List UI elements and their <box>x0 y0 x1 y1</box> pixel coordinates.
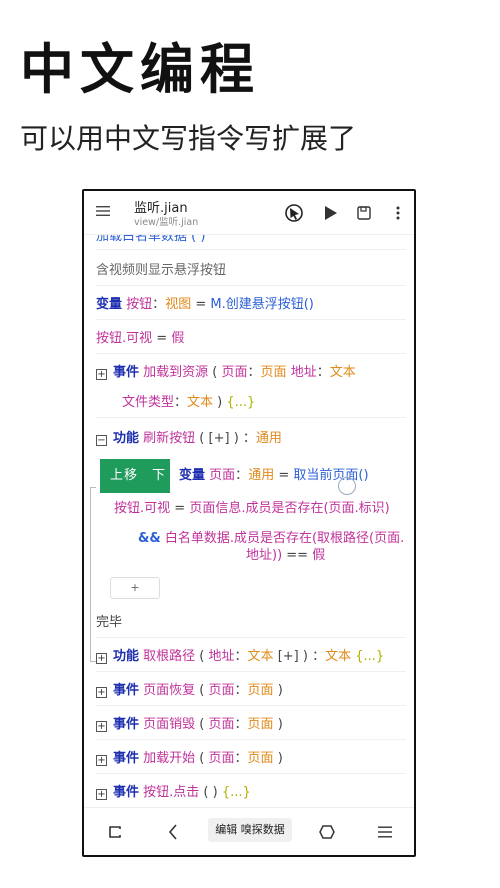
add-statement-button[interactable]: + <box>110 577 160 599</box>
expand-icon[interactable]: + <box>96 789 107 800</box>
code-line-14[interactable]: + 事件 页面销毁 ( 页面：页面 ) <box>96 717 283 733</box>
code-line-16[interactable]: + 事件 按钮.点击 ( ) {...} <box>96 785 251 801</box>
expand-icon[interactable]: + <box>96 721 107 732</box>
code-line-2[interactable]: 变量 按钮：视图 = M.创建悬浮按钮() <box>96 297 314 313</box>
recent-apps-icon[interactable] <box>104 822 126 842</box>
expand-icon[interactable]: + <box>96 369 107 380</box>
home-icon[interactable] <box>316 822 338 842</box>
play-icon[interactable] <box>321 203 341 223</box>
touch-indicator <box>338 477 356 495</box>
phone-frame: 监听.jian view/监听.jian 加载白名单数据 ( ) 含视频则显示悬… <box>82 189 416 857</box>
code-line-5[interactable]: 文件类型：文本 ) {...} <box>122 395 255 411</box>
code-line-0[interactable]: 加载白名单数据 ( ) <box>96 235 205 245</box>
save-icon[interactable] <box>354 203 374 223</box>
edit-sniff-data-button[interactable]: 编辑 嗅探数据 <box>208 818 292 842</box>
file-path: view/监听.jian <box>134 217 199 228</box>
app-bar: 监听.jian view/监听.jian <box>84 191 414 235</box>
code-line-10[interactable]: 地址)) == 假 <box>246 548 325 564</box>
bottom-toolbar: 编辑 嗅探数据 <box>84 807 414 855</box>
cursor-icon[interactable] <box>284 203 304 223</box>
code-line-15[interactable]: + 事件 加载开始 ( 页面：页面 ) <box>96 751 283 767</box>
collapse-icon[interactable]: − <box>96 435 107 446</box>
code-line-13[interactable]: + 事件 页面恢复 ( 页面：页面 ) <box>96 683 283 699</box>
list-icon[interactable] <box>374 822 396 842</box>
code-editor[interactable]: 加载白名单数据 ( ) 含视频则显示悬浮按钮 变量 按钮：视图 = M.创建悬浮… <box>84 235 414 811</box>
expand-icon[interactable]: + <box>96 755 107 766</box>
code-line-comment[interactable]: 含视频则显示悬浮按钮 <box>96 263 226 279</box>
code-line-3[interactable]: 按钮.可视 = 假 <box>96 331 184 347</box>
code-line-8[interactable]: 按钮.可视 = 页面信息.成员是否存在(页面.标识) <box>114 501 390 517</box>
move-down-button[interactable]: 下 <box>152 468 166 483</box>
code-line-9[interactable]: && 白名单数据.成员是否存在(取根路径(页面. <box>138 531 404 547</box>
code-line-6[interactable]: − 功能 刷新按钮 ( [+] ) ：通用 <box>96 431 282 447</box>
code-line-4[interactable]: + 事件 加载到资源 ( 页面：页面 地址：文本 <box>96 365 356 381</box>
promo-headline: 中文编程 <box>20 38 260 101</box>
code-line-12[interactable]: + 功能 取根路径 ( 地址：文本 [+] ) ：文本 {...} <box>96 649 384 665</box>
menu-icon[interactable] <box>96 203 114 221</box>
block-bracket <box>90 487 96 662</box>
back-icon[interactable] <box>162 822 184 842</box>
code-line-end[interactable]: 完毕 <box>96 615 122 631</box>
move-handle[interactable]: 上移下 <box>100 459 170 493</box>
more-icon[interactable] <box>388 203 408 223</box>
promo-subline: 可以用中文写指令写扩展了 <box>20 122 357 155</box>
move-up-button[interactable]: 上移 <box>110 468 138 483</box>
expand-icon[interactable]: + <box>96 653 107 664</box>
expand-icon[interactable]: + <box>96 687 107 698</box>
